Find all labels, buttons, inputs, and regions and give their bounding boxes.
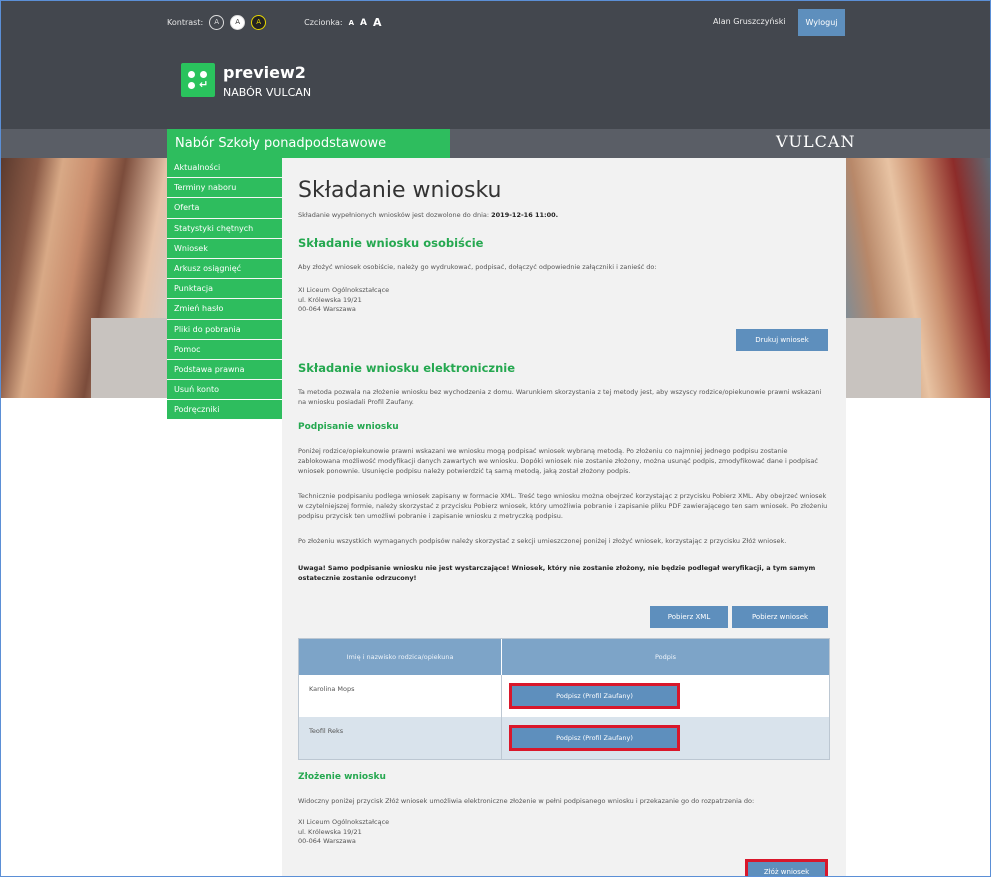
nav-title: Nabór Szkoły ponadpodstawowe (175, 136, 387, 151)
font-medium-button[interactable]: A (360, 18, 367, 28)
address-line: XI Liceum Ogólnokształcące (298, 818, 390, 826)
page-title: Składanie wniosku (298, 178, 502, 203)
sidebar-item-statistics[interactable]: Statystyki chętnych (167, 218, 282, 238)
sidebar-item-application[interactable]: Wniosek (167, 238, 282, 258)
sidebar-item-change-password[interactable]: Zmień hasło (167, 299, 282, 319)
submit-address: XI Liceum Ogólnokształcące ul. Królewska… (298, 818, 389, 847)
table-row: Karolina Mops Podpisz (Profil Zaufany) (299, 675, 829, 717)
address-line: ul. Królewska 19/21 (298, 295, 362, 304)
personal-text: Aby złożyć wniosek osobiście, należy go … (298, 263, 657, 271)
banner-block-left (91, 318, 167, 398)
address-line: XI Liceum Ogólnokształcące (298, 286, 390, 294)
address-line: 00-064 Warszawa (298, 305, 356, 313)
sidebar-item-schedule[interactable]: Terminy naboru (167, 178, 282, 198)
download-xml-button[interactable]: Pobierz XML (650, 606, 728, 628)
contrast-yellow-button[interactable]: A (251, 15, 267, 30)
deadline-info: Składanie wypełnionych wniosków jest doz… (298, 211, 558, 219)
electronic-heading: Składanie wniosku elektronicznie (298, 361, 516, 375)
contrast-label: Kontrast: (167, 18, 204, 27)
header: Kontrast: A A A Czcionka: A A A Alan Gru… (1, 1, 990, 129)
address-line: ul. Królewska 19/21 (298, 827, 362, 836)
signing-heading: Podpisanie wniosku (298, 422, 399, 432)
deadline-value: 2019-12-16 11:00. (491, 211, 559, 219)
vulcan-logo: VULCAN (776, 132, 856, 151)
sidebar-item-help[interactable]: Pomoc (167, 339, 282, 359)
parent-name: Teofil Reks (309, 727, 344, 735)
accessibility-bar: Kontrast: A A A Czcionka: A A A (167, 15, 382, 30)
app-logo-icon: ↵ (181, 63, 215, 97)
sidebar-item-achievements[interactable]: Arkusz osiągnięć (167, 258, 282, 279)
app-title: preview2 (223, 63, 306, 82)
table-row: Teofil Reks Podpisz (Profil Zaufany) (299, 717, 829, 759)
print-application-button[interactable]: Drukuj wniosek (736, 329, 828, 351)
sidebar-item-legal-basis[interactable]: Podstawa prawna (167, 359, 282, 380)
sidebar-item-points[interactable]: Punktacja (167, 279, 282, 299)
electronic-text: Ta metoda pozwala na złożenie wniosku be… (298, 388, 822, 406)
signing-text-1: Poniżej rodzice/opiekunowie prawni wskaz… (298, 447, 818, 475)
font-large-button[interactable]: A (373, 16, 382, 29)
download-application-button[interactable]: Pobierz wniosek (732, 606, 828, 628)
signing-text-3: Po złożeniu wszystkich wymaganych podpis… (298, 537, 787, 545)
sidebar-item-manuals[interactable]: Podręczniki (167, 400, 282, 420)
contrast-normal-button[interactable]: A (209, 15, 225, 30)
deadline-text: Składanie wypełnionych wniosków jest doz… (298, 211, 490, 219)
submit-heading: Złożenie wniosku (298, 772, 386, 782)
table-header-name: Imię i nazwisko rodzica/opiekuna (299, 639, 501, 675)
sign-trusted-profile-button[interactable]: Podpisz (Profil Zaufany) (509, 725, 680, 751)
submit-text: Widoczny poniżej przycisk Złóż wniosek u… (298, 797, 755, 805)
submit-application-button[interactable]: Złóż wniosek (745, 859, 828, 876)
address-line: 00-064 Warszawa (298, 837, 356, 845)
signing-warning: Uwaga! Samo podpisanie wniosku nie jest … (298, 564, 816, 582)
font-small-button[interactable]: A (349, 19, 354, 27)
sign-trusted-profile-button[interactable]: Podpisz (Profil Zaufany) (509, 683, 680, 709)
table-header-signature: Podpis (502, 639, 829, 675)
page-frame: Kontrast: A A A Czcionka: A A A Alan Gru… (0, 0, 991, 877)
logout-button[interactable]: Wyloguj (798, 9, 845, 36)
font-size-label: Czcionka: (304, 18, 343, 27)
main-content: Składanie wniosku Składanie wypełnionych… (282, 158, 846, 876)
personal-heading: Składanie wniosku osobiście (298, 236, 484, 250)
personal-address: XI Liceum Ogólnokształcące ul. Królewska… (298, 286, 389, 315)
banner-block-right (846, 318, 921, 398)
signatures-table: Imię i nazwisko rodzica/opiekuna Podpis … (298, 638, 830, 760)
contrast-high-button[interactable]: A (230, 15, 246, 30)
sidebar-item-delete-account[interactable]: Usuń konto (167, 380, 282, 400)
user-name: Alan Gruszczyński (713, 17, 786, 26)
app-subtitle: NABÓR VULCAN (223, 86, 312, 99)
sidebar-item-offer[interactable]: Oferta (167, 198, 282, 218)
sidebar-menu: Aktualności Terminy naboru Oferta Statys… (167, 158, 282, 420)
parent-name: Karolina Mops (309, 685, 355, 693)
sidebar-item-downloads[interactable]: Pliki do pobrania (167, 319, 282, 339)
signing-text-2: Technicznie podpisaniu podlega wniosek z… (298, 492, 828, 520)
sidebar-item-news[interactable]: Aktualności (167, 158, 282, 178)
